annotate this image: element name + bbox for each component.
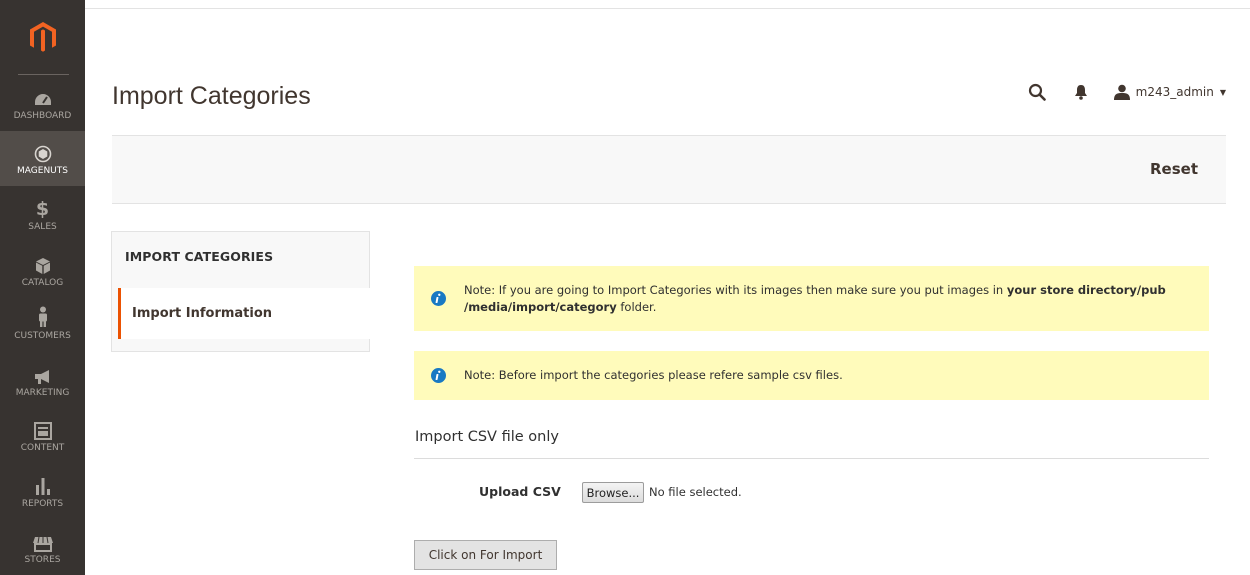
sidebar-item-label: CUSTOMERS — [14, 331, 71, 341]
user-icon — [1113, 84, 1130, 100]
tab-import-information[interactable]: Import Information — [118, 288, 370, 339]
sidebar-item-catalog[interactable]: CATALOG — [0, 253, 85, 293]
logo-separator — [18, 74, 69, 75]
store-awning-icon — [32, 530, 54, 552]
user-menu[interactable]: m243_admin ▼ — [1113, 84, 1226, 100]
page-title: Import Categories — [112, 82, 311, 110]
note-images-text: Note: If you are going to Import Categor… — [464, 282, 1166, 314]
note-images: Note: If you are going to Import Categor… — [414, 266, 1209, 331]
file-status: No file selected. — [649, 485, 742, 499]
sidebar-item-customers[interactable]: CUSTOMERS — [0, 306, 85, 346]
browse-button[interactable]: Browse... — [582, 482, 644, 503]
note-sample-csv-text: Note: Before import the categories pleas… — [464, 368, 843, 382]
sidebar-item-label: MARKETING — [15, 388, 70, 398]
chevron-down-icon: ▼ — [1219, 87, 1226, 97]
upload-csv-label: Upload CSV — [479, 484, 561, 499]
customer-person-icon — [37, 306, 49, 328]
search-icon — [1028, 83, 1046, 101]
megaphone-icon — [33, 363, 53, 385]
bar-chart-icon — [34, 474, 52, 496]
sidebar-item-stores[interactable]: STORES — [0, 530, 85, 570]
tab-label: Import Information — [132, 306, 273, 321]
sidebar-item-reports[interactable]: REPORTS — [0, 474, 85, 514]
import-button[interactable]: Click on For Import — [414, 540, 557, 570]
sidebar-item-marketing[interactable]: MARKETING — [0, 363, 85, 403]
top-divider — [85, 8, 1250, 9]
magento-logo-icon — [29, 22, 56, 52]
notifications-button[interactable] — [1070, 81, 1092, 103]
sidebar-item-sales[interactable]: $ SALES — [0, 197, 85, 237]
dashboard-icon — [33, 86, 53, 108]
section-divider — [414, 458, 1209, 459]
sidebar-item-label: DASHBOARD — [13, 111, 72, 121]
sidebar-item-label: CONTENT — [20, 443, 65, 453]
magento-logo[interactable] — [0, 0, 85, 75]
sidebar-item-label: STORES — [24, 555, 61, 565]
sidebar-item-label: MAGENUTS — [17, 166, 68, 176]
magenuts-icon — [34, 141, 52, 163]
sidebar-item-dashboard[interactable]: DASHBOARD — [0, 86, 85, 126]
sidebar-item-content[interactable]: CONTENT — [0, 418, 85, 458]
content-layout-icon — [33, 418, 52, 440]
header-actions: m243_admin ▼ — [1026, 81, 1226, 103]
section-title: Import CSV file only — [415, 429, 559, 445]
sidebar-item-magenuts[interactable]: MAGENUTS — [0, 131, 85, 186]
dollar-icon: $ — [35, 198, 50, 220]
sidebar-item-label: REPORTS — [21, 499, 64, 509]
admin-sidebar: DASHBOARD MAGENUTS $ SALES CATALOG CUSTO… — [0, 0, 85, 575]
sidebar-item-label: CATALOG — [21, 278, 64, 288]
page-actions-bar: Reset — [112, 135, 1226, 204]
info-icon — [431, 291, 446, 306]
import-tabs: IMPORT CATEGORIES Import Information — [111, 231, 370, 352]
reset-button[interactable]: Reset — [1150, 160, 1198, 178]
username: m243_admin — [1135, 85, 1214, 99]
sidebar-item-label: SALES — [28, 222, 57, 232]
catalog-cube-icon — [35, 253, 51, 275]
search-button[interactable] — [1026, 81, 1048, 103]
tabs-title: IMPORT CATEGORIES — [125, 249, 274, 264]
note-sample-csv: Note: Before import the categories pleas… — [414, 351, 1209, 400]
info-icon — [431, 368, 446, 383]
bell-icon — [1074, 85, 1087, 100]
